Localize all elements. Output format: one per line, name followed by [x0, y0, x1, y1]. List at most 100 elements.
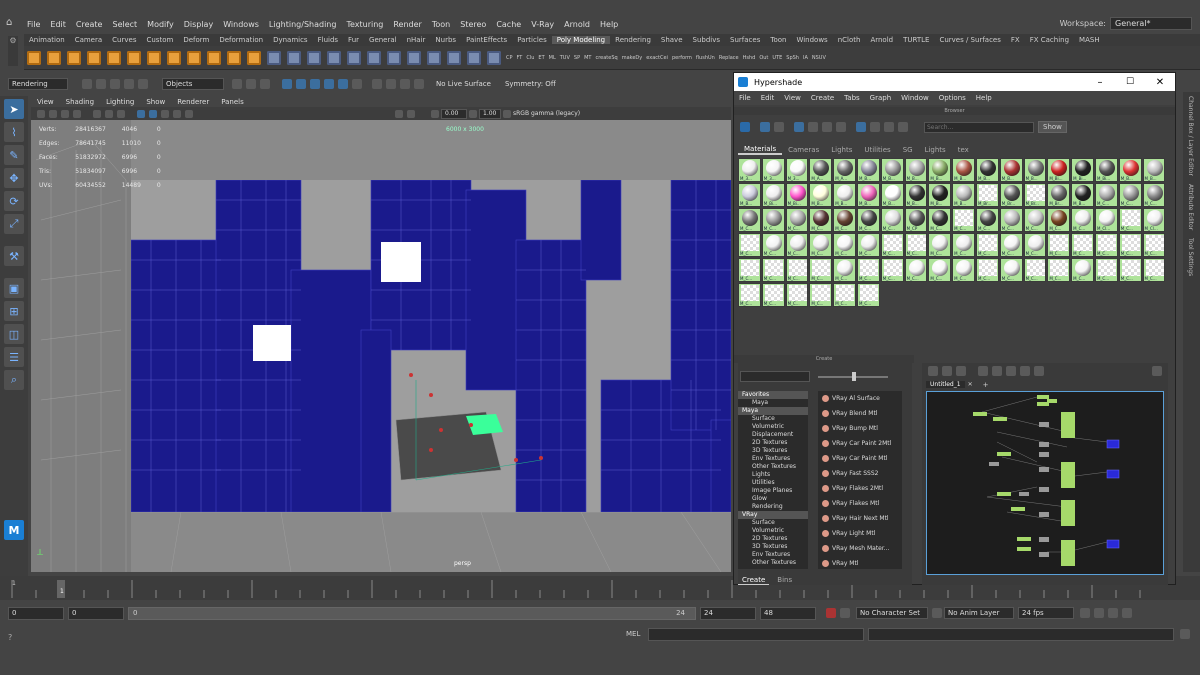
outliner-layout-icon[interactable]: ☰: [4, 347, 24, 367]
lights-icon[interactable]: [173, 109, 181, 118]
isolate-icon[interactable]: [395, 109, 403, 118]
create-node-item[interactable]: VRay Light Mtl: [818, 526, 902, 541]
new-scene-icon[interactable]: [82, 79, 92, 89]
material-swatch[interactable]: M_C...: [785, 258, 809, 282]
graph-tab-close-icon[interactable]: ✕: [968, 381, 973, 388]
material-swatch[interactable]: M_C...: [1118, 233, 1142, 257]
select-hierarchy-icon[interactable]: [232, 79, 242, 89]
material-swatch[interactable]: M_B...: [1023, 158, 1047, 182]
shelf-tool-icon[interactable]: [347, 50, 361, 65]
shelf-tool-icon[interactable]: [327, 50, 341, 65]
material-swatch[interactable]: M_C...: [1118, 258, 1142, 282]
shelf-tool-icon[interactable]: [207, 50, 221, 65]
shelf-tool-icon[interactable]: [167, 50, 181, 65]
create-category[interactable]: Image Planes: [738, 487, 808, 495]
material-swatch[interactable]: M_C...: [1071, 208, 1094, 232]
shelf-tab-surfaces[interactable]: Surfaces: [725, 36, 765, 44]
material-swatch[interactable]: M_C...: [761, 208, 785, 232]
material-swatch[interactable]: M_C...: [904, 233, 928, 257]
shelf-tab-general[interactable]: General: [364, 36, 402, 44]
material-swatch[interactable]: M_C...: [833, 208, 856, 232]
shelf-tool-icon[interactable]: [387, 50, 401, 65]
dock-tab[interactable]: Channel Box / Layer Editor: [1187, 96, 1194, 176]
material-swatch[interactable]: M_C...: [1142, 233, 1166, 257]
shelf-tab-arnold[interactable]: Arnold: [865, 36, 898, 44]
shelf-tool-icon[interactable]: [287, 50, 301, 65]
material-swatch[interactable]: M_C...: [952, 208, 975, 232]
material-swatch[interactable]: M_B...: [856, 183, 880, 207]
wireframe-icon[interactable]: [137, 109, 145, 118]
icon-size-handle[interactable]: [852, 372, 856, 381]
material-swatch[interactable]: M_B...: [928, 158, 952, 182]
shelf-tool-icon[interactable]: [467, 50, 481, 65]
playback-options-icon[interactable]: [1122, 608, 1132, 618]
snap-point-icon[interactable]: [310, 79, 320, 89]
camera-attr-icon[interactable]: [49, 109, 57, 118]
material-swatch[interactable]: M_B...: [738, 183, 761, 207]
viewport-persp[interactable]: Verts: 28416367 4046 0 Edges: 78641745 11010 0 F…: [31, 120, 731, 572]
shelf-tab-fx-caching[interactable]: FX Caching: [1025, 36, 1074, 44]
last-tool-icon[interactable]: ⚒: [4, 246, 24, 266]
create-category[interactable]: Env Textures: [738, 551, 808, 559]
material-swatch[interactable]: M_C...: [809, 258, 833, 282]
material-swatch[interactable]: M_B...: [1071, 183, 1094, 207]
hs-menu-edit[interactable]: Edit: [761, 94, 775, 102]
material-swatch[interactable]: M_C...: [1071, 233, 1094, 257]
browser-tab-cameras[interactable]: Cameras: [782, 146, 825, 154]
material-swatch[interactable]: M_C...: [856, 283, 880, 307]
browser-tab-materials[interactable]: Materials: [738, 145, 783, 155]
material-swatch[interactable]: M_C...: [1142, 183, 1166, 207]
shelf-script-button[interactable]: flushUn: [696, 55, 715, 61]
shelf-script-button[interactable]: UTE: [772, 55, 782, 61]
material-swatch[interactable]: M_C...: [904, 258, 928, 282]
snap-surface-icon[interactable]: [338, 79, 348, 89]
menu-arnold[interactable]: Arnold: [564, 20, 590, 29]
material-swatch[interactable]: M_Br...: [999, 183, 1023, 207]
command-language[interactable]: MEL: [626, 630, 640, 638]
material-swatch[interactable]: M_C...: [833, 258, 856, 282]
auto-key-icon[interactable]: [826, 608, 836, 618]
xray-icon[interactable]: [407, 109, 415, 118]
resolution-gate-icon[interactable]: [117, 109, 125, 118]
menu-create[interactable]: Create: [76, 20, 103, 29]
browser-search-input[interactable]: [924, 121, 1034, 133]
hs-menu-help[interactable]: Help: [976, 94, 992, 102]
hs-menu-view[interactable]: View: [784, 94, 801, 102]
shelf-tool-icon[interactable]: [27, 50, 41, 65]
shelf-tab-subdivs[interactable]: Subdivs: [688, 36, 726, 44]
create-category[interactable]: Other Textures: [738, 463, 808, 471]
create-node-item[interactable]: VRay Fast SSS2: [818, 466, 902, 481]
shelf-tab-particles[interactable]: Particles: [512, 36, 552, 44]
menuset-dropdown[interactable]: Rendering: [8, 78, 68, 90]
shelf-script-button[interactable]: createSq: [595, 55, 617, 61]
material-swatch[interactable]: M_C...: [928, 208, 952, 232]
hypershade-window[interactable]: Hypershade – ☐ ✕ File Edit View Create Tabs G…: [733, 72, 1176, 585]
shelf-tab-camera[interactable]: Camera: [70, 36, 107, 44]
home-icon[interactable]: ⌂: [6, 18, 16, 28]
shelf-script-button[interactable]: Clu: [526, 55, 534, 61]
material-swatch[interactable]: M_C...: [880, 258, 904, 282]
workspace-selector[interactable]: Workspace: General*: [1060, 16, 1192, 30]
create-category[interactable]: Rendering: [738, 503, 808, 511]
material-swatch[interactable]: M_C...: [880, 233, 904, 257]
shelf-tab-fluids[interactable]: Fluids: [313, 36, 343, 44]
material-swatch[interactable]: M_A...: [833, 158, 856, 182]
material-swatch[interactable]: M_C...: [1094, 258, 1118, 282]
shelf-tab-fur[interactable]: Fur: [343, 36, 364, 44]
four-view-icon[interactable]: ⊞: [4, 301, 24, 321]
material-swatch[interactable]: M_C...: [1094, 183, 1118, 207]
shelf-tool-icon[interactable]: [227, 50, 241, 65]
material-swatch[interactable]: M_C...: [952, 233, 975, 257]
create-tab[interactable]: Create: [738, 576, 770, 585]
shelf-script-button[interactable]: ET: [538, 55, 544, 61]
start-time-field[interactable]: 0: [8, 606, 64, 620]
material-swatch[interactable]: M_B...: [952, 158, 975, 182]
magnet-icon[interactable]: [352, 79, 362, 89]
material-swatch[interactable]: M_Bi...: [1047, 158, 1071, 182]
prefs-icon[interactable]: [1108, 608, 1118, 618]
shelf-tab-mash[interactable]: MASH: [1074, 36, 1105, 44]
render-icon[interactable]: [386, 79, 396, 89]
create-category[interactable]: Surface: [738, 415, 808, 423]
create-category[interactable]: Volumetric: [738, 423, 808, 431]
graph-output-icon[interactable]: [942, 366, 952, 376]
